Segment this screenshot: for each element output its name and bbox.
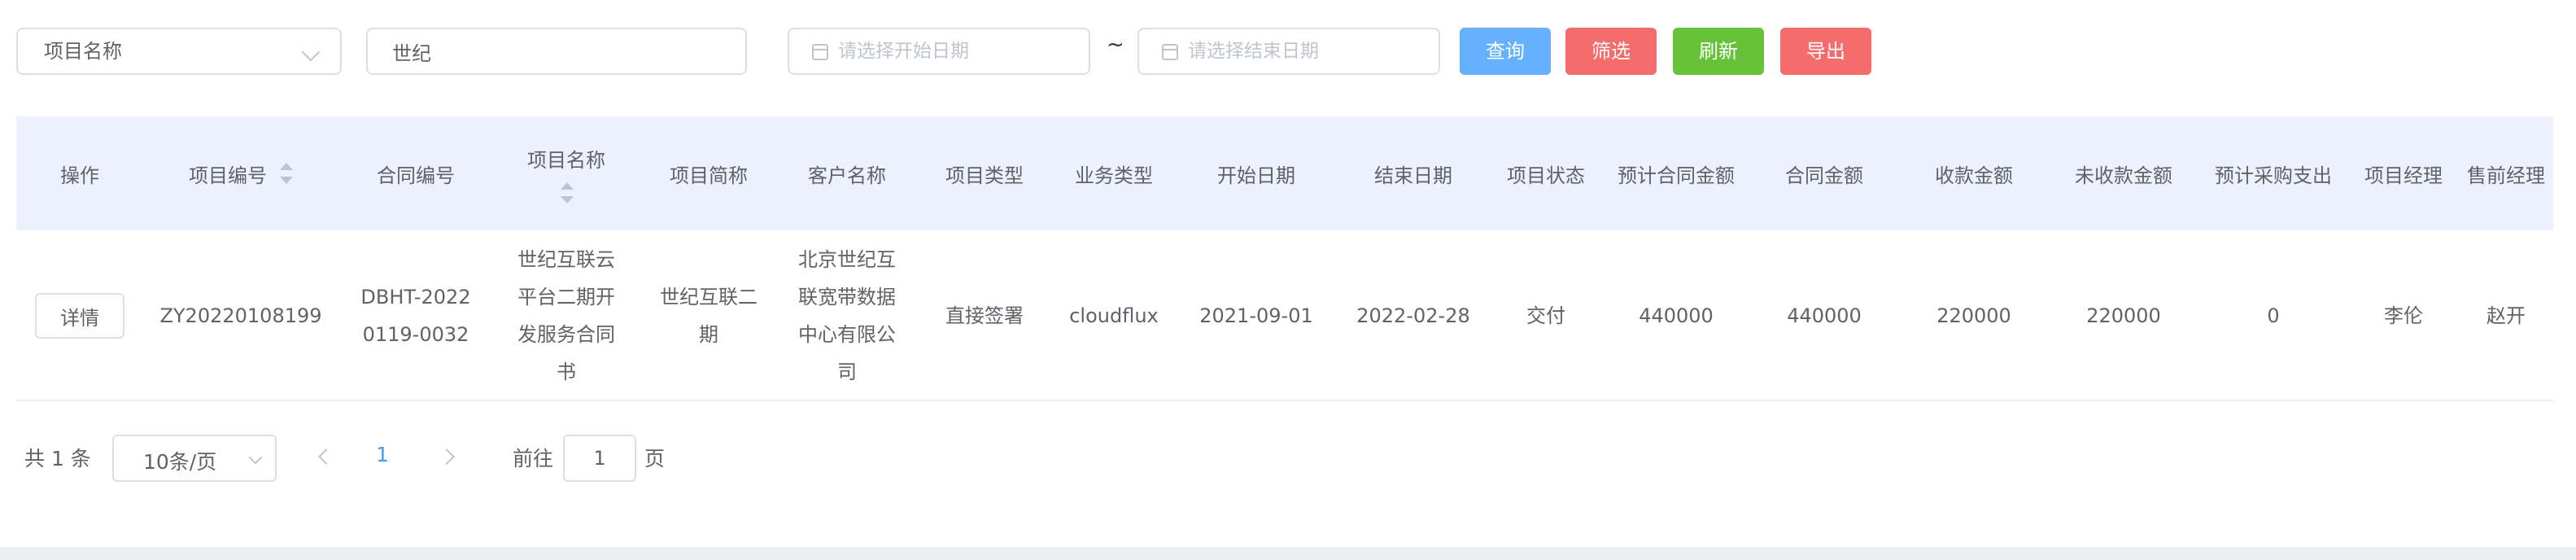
table-header: 操作 项目编号 合同编号 项目名称 项目简称 客户名称 项目类型 业务类型 开始…	[16, 116, 2553, 230]
refresh-button[interactable]: 刷新	[1673, 28, 1764, 75]
header-project-abbr: 项目简称	[670, 164, 748, 187]
page-size-value: 10条/页	[143, 450, 217, 474]
next-page-icon[interactable]	[439, 448, 455, 465]
query-button[interactable]: 查询	[1460, 28, 1551, 75]
calendar-icon	[1162, 44, 1178, 60]
header-end-date: 结束日期	[1374, 164, 1452, 187]
header-received-amount: 收款金额	[1935, 164, 2013, 187]
header-status: 项目状态	[1507, 164, 1585, 187]
header-unreceived-amount: 未收款金额	[2075, 164, 2172, 187]
cell-start-date: 2021-09-01	[1199, 304, 1313, 327]
cell-pm: 李伦	[2384, 304, 2423, 327]
pagination: 共 1 条 10条/页 1 前往 页	[0, 431, 2576, 492]
total-count: 共 1 条	[24, 447, 91, 470]
header-project-no[interactable]: 项目编号	[143, 116, 338, 230]
table-row: 详情 ZY20220108199 DBHT-2022 0119-0032 世纪互联…	[16, 230, 2553, 401]
page-bottom-divider	[0, 547, 2576, 560]
header-customer: 客户名称	[808, 164, 886, 187]
sort-icon[interactable]	[559, 182, 574, 203]
cell-contract-amount: 440000	[1787, 304, 1862, 327]
start-date-input[interactable]	[838, 29, 1082, 73]
cell-project-name: 世纪互联云 平台二期开 发服务合同书	[517, 248, 615, 383]
cell-presales: 赵开	[2486, 304, 2526, 327]
header-est-purchase: 预计采购支出	[2215, 164, 2332, 187]
header-est-contract-amount: 预计合同金额	[1618, 164, 1735, 187]
page-unit-label: 页	[644, 447, 666, 470]
goto-label: 前往	[513, 447, 554, 470]
date-range-separator: ~	[1107, 33, 1124, 57]
search-field-value: 项目名称	[44, 40, 122, 63]
cell-customer: 北京世纪互 联宽带数据 中心有限公司	[798, 248, 896, 383]
filter-button[interactable]: 筛选	[1565, 28, 1657, 75]
end-date-picker[interactable]	[1137, 28, 1440, 75]
sort-icon[interactable]	[278, 163, 293, 184]
cell-received-amount: 220000	[1936, 304, 2011, 327]
cell-end-date: 2022-02-28	[1356, 304, 1470, 327]
header-project-type: 项目类型	[945, 164, 1024, 187]
cell-unreceived-amount: 220000	[2086, 304, 2161, 327]
page-number-active[interactable]: 1	[376, 443, 389, 466]
cell-project-abbr: 世纪互联二期	[660, 286, 758, 346]
header-biz-type: 业务类型	[1075, 164, 1153, 187]
cell-project-no: ZY20220108199	[159, 304, 322, 327]
start-date-picker[interactable]	[788, 28, 1090, 75]
search-field-select[interactable]: 项目名称	[16, 28, 342, 75]
header-action: 操作	[60, 164, 99, 187]
chevron-down-icon	[248, 450, 263, 465]
cell-status: 交付	[1526, 304, 1565, 327]
goto-page-input[interactable]	[563, 435, 636, 482]
cell-est-purchase: 0	[2267, 304, 2280, 327]
keyword-input[interactable]	[366, 28, 747, 75]
filter-toolbar: 项目名称 ~ 查询 筛选 刷新 导出	[0, 0, 2576, 104]
header-pm: 项目经理	[2364, 164, 2443, 187]
header-start-date: 开始日期	[1217, 164, 1295, 187]
cell-biz-type: cloudflux	[1069, 304, 1159, 327]
page-size-select[interactable]: 10条/页	[112, 435, 277, 482]
calendar-icon	[812, 44, 828, 60]
chevron-down-icon	[301, 42, 321, 62]
detail-button[interactable]: 详情	[35, 293, 124, 339]
cell-project-type: 直接签署	[945, 304, 1024, 327]
export-button[interactable]: 导出	[1780, 28, 1871, 75]
cell-action: 详情	[16, 230, 143, 401]
header-project-name[interactable]: 项目名称	[493, 116, 640, 230]
header-contract-amount: 合同金额	[1785, 164, 1863, 187]
prev-page-icon[interactable]	[318, 448, 334, 465]
cell-est-contract-amount: 440000	[1639, 304, 1714, 327]
header-contract-no: 合同编号	[377, 164, 455, 187]
end-date-input[interactable]	[1188, 29, 1432, 73]
header-presales: 售前经理	[2467, 164, 2545, 187]
cell-contract-no: DBHT-2022 0119-0032	[360, 286, 471, 346]
